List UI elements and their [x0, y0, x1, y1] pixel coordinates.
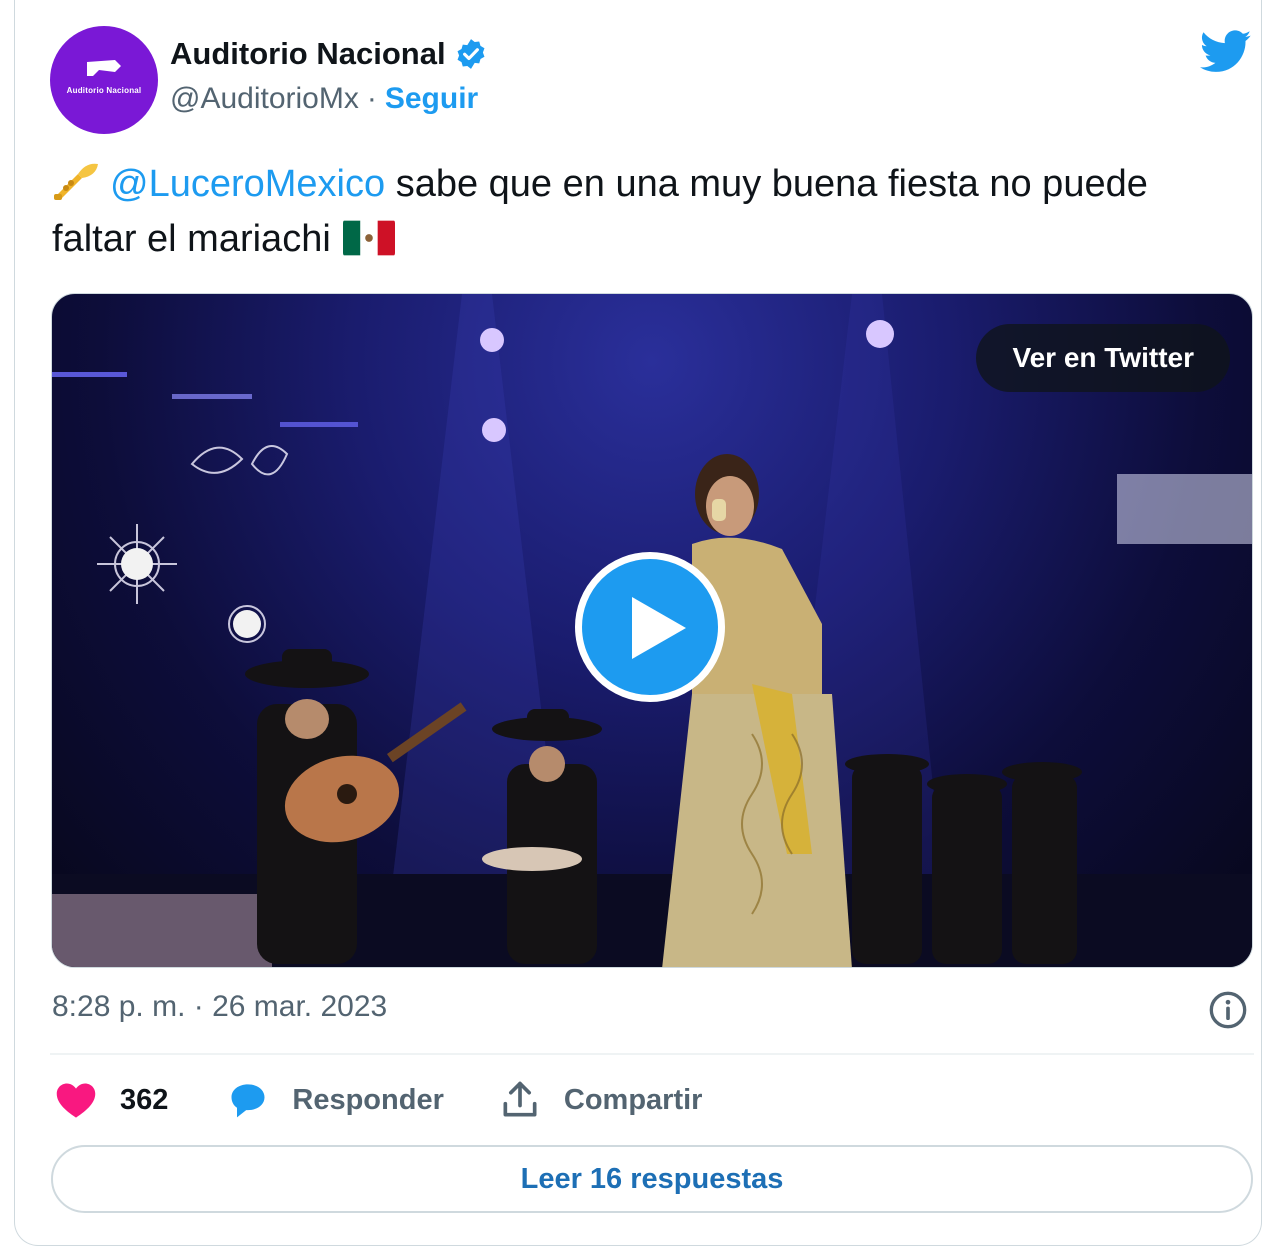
- twitter-bird-icon[interactable]: [1200, 30, 1252, 74]
- action-bar: 362 Responder Compartir: [54, 1075, 702, 1125]
- mention-link[interactable]: @LuceroMexico: [110, 163, 385, 205]
- like-count: 362: [120, 1083, 169, 1116]
- share-label: Compartir: [563, 1083, 703, 1116]
- view-on-twitter-button[interactable]: Ver en Twitter: [976, 324, 1230, 392]
- handle[interactable]: @AuditorioMx: [170, 82, 359, 116]
- separator: ·: [366, 82, 377, 115]
- reply-button[interactable]: Responder: [226, 1078, 444, 1122]
- reply-label: Responder: [292, 1083, 444, 1116]
- follow-button[interactable]: Seguir: [385, 82, 478, 116]
- divider: [50, 1053, 1254, 1055]
- video-player[interactable]: Ver en Twitter: [51, 293, 1253, 968]
- mexico-flag-emoji-icon: [342, 220, 395, 256]
- heart-icon: [56, 1083, 96, 1118]
- info-icon[interactable]: [1208, 990, 1248, 1030]
- play-icon: [632, 597, 686, 659]
- like-button[interactable]: 362: [54, 1078, 168, 1122]
- verified-badge-icon: [457, 39, 485, 69]
- auditorio-logo-icon: [87, 60, 121, 76]
- reply-bubble-icon: [231, 1084, 265, 1118]
- share-icon: [503, 1081, 537, 1117]
- name-row: Auditorio Nacional: [170, 36, 488, 72]
- avatar-logo-text: Auditorio Nacional: [66, 86, 142, 95]
- play-button[interactable]: [575, 552, 725, 702]
- avatar[interactable]: Auditorio Nacional: [50, 26, 158, 134]
- tweet-text: @LuceroMexico sabe que en una muy buena …: [52, 157, 1242, 267]
- tweet-timestamp[interactable]: 8:28 p. m. · 26 mar. 2023: [52, 990, 387, 1024]
- display-name[interactable]: Auditorio Nacional: [170, 36, 446, 72]
- handle-row: @AuditorioMx · Seguir: [170, 82, 478, 116]
- share-button[interactable]: Compartir: [498, 1078, 703, 1122]
- trumpet-emoji-icon: [54, 163, 98, 200]
- read-replies-button[interactable]: Leer 16 respuestas: [51, 1145, 1253, 1213]
